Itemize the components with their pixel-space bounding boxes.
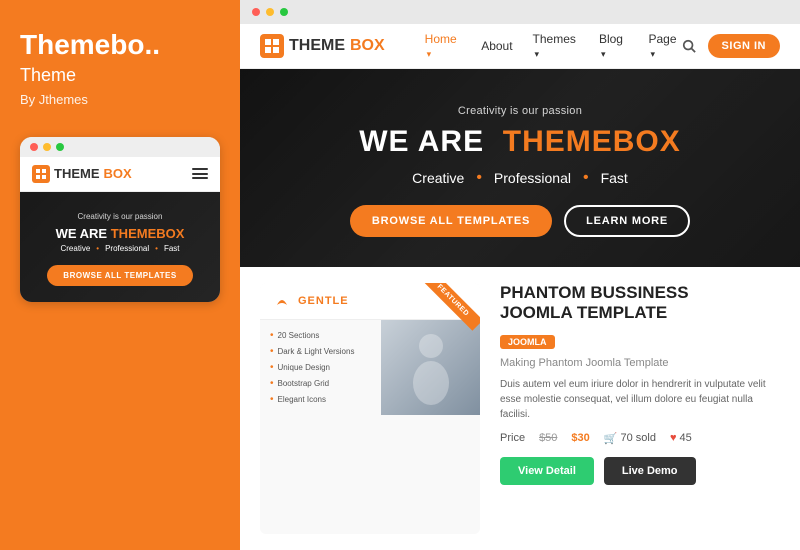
signin-button[interactable]: SIGN IN — [708, 34, 780, 58]
joomla-badge: JOOMLA — [500, 335, 555, 349]
mobile-creative: Creative — [60, 244, 90, 253]
person-silhouette-icon — [401, 328, 461, 408]
mobile-passion-text: Creativity is our passion — [32, 212, 208, 221]
mobile-professional: Professional — [105, 244, 149, 253]
site-headline: WE ARE THEMEBOX — [260, 125, 780, 159]
feature-5: •Elegant Icons — [270, 394, 371, 405]
price-row: Price $50 $30 🛒 70 sold ♥ 45 — [500, 432, 780, 445]
browser-dot-yellow — [266, 8, 274, 16]
tagline-creative: Creative — [412, 170, 464, 186]
tagline-professional: Professional — [494, 170, 571, 186]
gentle-icon — [272, 291, 292, 311]
browser-chrome — [240, 0, 800, 24]
product-title: PHANTOM BUSSINESS JOOMLA TEMPLATE — [500, 283, 780, 324]
site-logo-theme: THEME — [289, 37, 345, 55]
mobile-browse-button[interactable]: BROWSE ALL TEMPLATES — [47, 265, 192, 286]
likes-info: ♥ 45 — [670, 432, 692, 444]
learn-more-button[interactable]: LEARN MORE — [564, 205, 690, 237]
product-buttons: View Detail Live Demo — [500, 457, 780, 485]
product-section: GENTLE •20 Sections •Dark & Light Versio… — [240, 267, 800, 550]
left-panel: Themebo.. Theme By Jthemes THEME BOX Crea… — [0, 0, 240, 550]
theme-subtitle: Theme — [20, 65, 220, 86]
making-text: Making Phantom Joomla Template — [500, 357, 780, 369]
theme-title: Themebo.. — [20, 30, 220, 61]
product-person-image — [381, 320, 480, 415]
mobile-card-topbar — [20, 137, 220, 157]
mobile-we-are: WE ARE THEMEBOX — [32, 226, 208, 241]
dot-yellow — [43, 143, 51, 151]
nav-right: SIGN IN — [682, 34, 780, 58]
product-image-body: •20 Sections •Dark & Light Versions •Uni… — [260, 320, 480, 415]
live-demo-button[interactable]: Live Demo — [604, 457, 696, 485]
site-passion-text: Creativity is our passion — [260, 105, 780, 117]
mobile-nav: THEME BOX — [20, 157, 220, 192]
feature-1: •20 Sections — [270, 330, 371, 341]
nav-blog[interactable]: Blog ▾ — [599, 32, 629, 60]
mobile-logo-icon — [32, 165, 50, 183]
mobile-logo: THEME BOX — [32, 165, 132, 183]
mobile-fast: Fast — [164, 244, 180, 253]
desktop-site: THEME BOX Home ▾ About Themes ▾ Blog ▾ Pa… — [240, 24, 800, 550]
hamburger-icon[interactable] — [192, 168, 208, 179]
product-title-line2: JOOMLA TEMPLATE — [500, 303, 667, 322]
gentle-label: GENTLE — [298, 295, 349, 307]
view-detail-button[interactable]: View Detail — [500, 457, 594, 485]
browse-all-button[interactable]: BROWSE ALL TEMPLATES — [350, 205, 552, 237]
dot-red — [30, 143, 38, 151]
dot-green — [56, 143, 64, 151]
price-label: Price — [500, 432, 525, 444]
new-price: $30 — [571, 432, 589, 444]
mobile-logo-theme: THEME — [54, 166, 100, 181]
sold-count: 70 sold — [620, 432, 655, 444]
mobile-dot-sep-1: • — [96, 244, 99, 253]
headline-brand: THEMEBOX — [503, 125, 681, 158]
feature-4: •Bootstrap Grid — [270, 378, 371, 389]
old-price: $50 — [539, 432, 557, 444]
site-tagline: Creative • Professional • Fast — [260, 169, 780, 187]
tagline-fast: Fast — [601, 170, 628, 186]
mobile-themebox: THEMEBOX — [111, 226, 185, 241]
browser-dot-red — [252, 8, 260, 16]
product-image-area: GENTLE •20 Sections •Dark & Light Versio… — [260, 283, 480, 534]
site-hero: Creativity is our passion WE ARE THEMEBO… — [240, 69, 800, 267]
mobile-logo-box: BOX — [104, 166, 132, 181]
nav-home[interactable]: Home ▾ — [425, 32, 462, 60]
likes-count: 45 — [680, 432, 692, 444]
cart-icon: 🛒 — [604, 432, 618, 445]
product-info: PHANTOM BUSSINESS JOOMLA TEMPLATE JOOMLA… — [500, 283, 780, 534]
nav-about[interactable]: About — [481, 39, 512, 53]
heart-icon: ♥ — [670, 432, 677, 444]
product-description: Duis autem vel eum iriure dolor in hendr… — [500, 377, 780, 422]
site-nav: THEME BOX Home ▾ About Themes ▾ Blog ▾ Pa… — [240, 24, 800, 69]
mobile-tagline: Creative • Professional • Fast — [32, 244, 208, 253]
sep-2: • — [583, 169, 589, 187]
mobile-dot-sep-2: • — [155, 244, 158, 253]
search-icon[interactable] — [682, 39, 696, 53]
hero-buttons: BROWSE ALL TEMPLATES LEARN MORE — [260, 205, 780, 237]
author-label: By Jthemes — [20, 92, 220, 107]
site-logo: THEME BOX — [260, 34, 385, 58]
sold-info: 🛒 70 sold — [604, 432, 656, 445]
feature-3: •Unique Design — [270, 362, 371, 373]
right-panel: THEME BOX Home ▾ About Themes ▾ Blog ▾ Pa… — [240, 0, 800, 550]
nav-themes[interactable]: Themes ▾ — [533, 32, 579, 60]
product-title-line1: PHANTOM BUSSINESS — [500, 283, 689, 302]
site-logo-box — [260, 34, 284, 58]
site-logo-box-text: BOX — [350, 37, 385, 55]
headline-we: WE ARE — [359, 125, 484, 158]
nav-page[interactable]: Page ▾ — [649, 32, 682, 60]
nav-links: Home ▾ About Themes ▾ Blog ▾ Page ▾ — [425, 32, 682, 60]
mobile-hero: Creativity is our passion WE ARE THEMEBO… — [20, 192, 220, 302]
product-features-list: •20 Sections •Dark & Light Versions •Uni… — [260, 320, 381, 415]
browser-dot-green — [280, 8, 288, 16]
mobile-we-are-text: WE ARE — [56, 226, 108, 241]
sep-1: • — [476, 169, 482, 187]
theme-title-area: Themebo.. Theme By Jthemes — [20, 30, 220, 107]
mobile-preview-card: THEME BOX Creativity is our passion WE AR… — [20, 137, 220, 302]
feature-2: •Dark & Light Versions — [270, 346, 371, 357]
